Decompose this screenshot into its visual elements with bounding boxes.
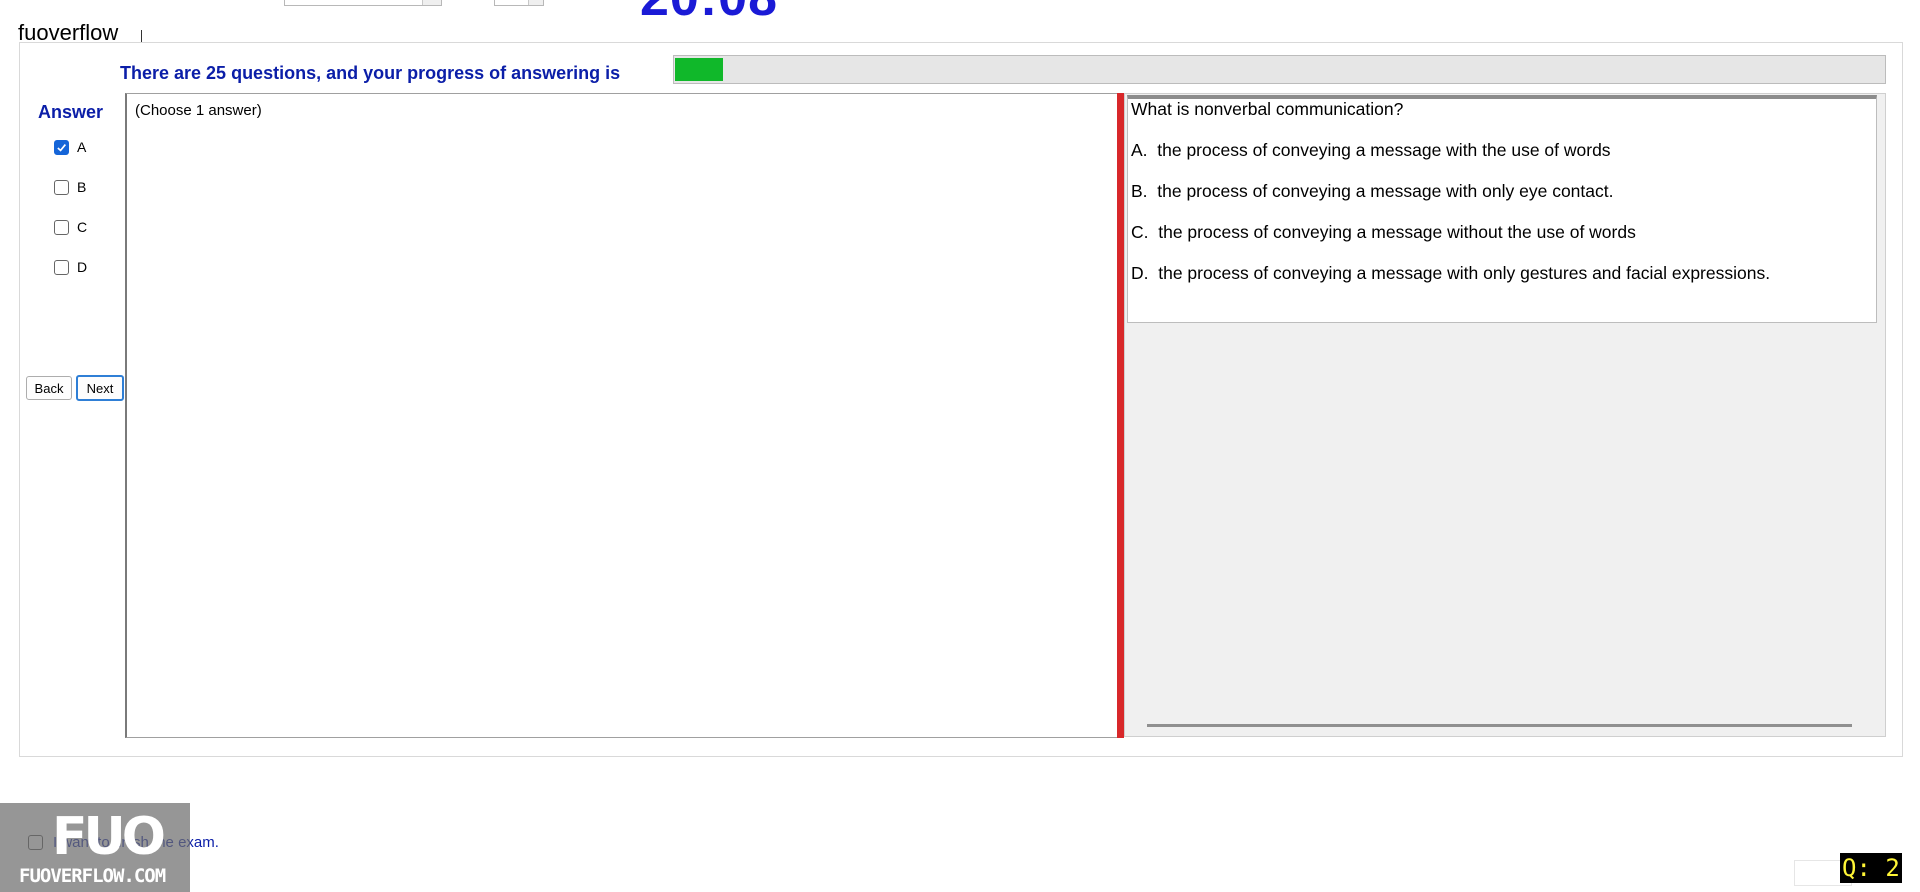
question-choice-a: A. the process of conveying a message wi… [1131,140,1611,160]
panel-splitter[interactable] [1117,93,1124,738]
checkbox-a[interactable] [54,139,69,155]
logo-mark: FUO [52,807,166,867]
answer-panel[interactable] [125,93,1120,738]
next-button[interactable]: Next [76,375,124,401]
checkbox-c[interactable] [54,219,69,235]
countdown-timer: 20:08 [640,0,778,28]
logo-text: FUOVERFLOW.COM [19,865,166,887]
answer-option-label: B [77,179,87,195]
dropdown-arrow-icon[interactable] [422,0,441,5]
question-box [1127,95,1877,323]
exam-code-combobox[interactable] [284,0,442,6]
spinner-arrow-icon[interactable] [528,0,543,5]
progress-text: There are 25 questions, and your progres… [120,63,621,83]
question-choice-c: C. the process of conveying a message wi… [1131,222,1636,242]
answer-option-label: D [77,259,88,275]
answer-option-a[interactable]: A [54,139,86,155]
question-text: What is nonverbal communication? [1131,99,1404,119]
answer-option-label: A [77,139,87,155]
progress-bar-fill [675,58,724,81]
answer-option-d[interactable]: D [54,259,87,275]
answer-option-c[interactable]: C [54,219,87,235]
watermark-logo: FUO FUOVERFLOW.COM [0,803,190,892]
answer-option-b[interactable]: B [54,179,86,195]
progress-bar [673,55,1886,84]
question-counter: Q: 2 [1840,853,1902,883]
question-choice-d: D. the process of conveying a message wi… [1131,263,1771,283]
checkbox-d[interactable] [54,259,69,275]
choose-hint: (Choose 1 answer) [135,102,262,119]
font-size-spinner[interactable] [494,0,544,6]
back-button[interactable]: Back [26,376,72,400]
answer-title: Answer [38,102,104,122]
horizontal-scrollbar[interactable] [1147,724,1852,727]
question-choice-b: B. the process of conveying a message wi… [1131,181,1614,201]
answer-option-label: C [77,219,88,235]
checkbox-b[interactable] [54,179,69,195]
